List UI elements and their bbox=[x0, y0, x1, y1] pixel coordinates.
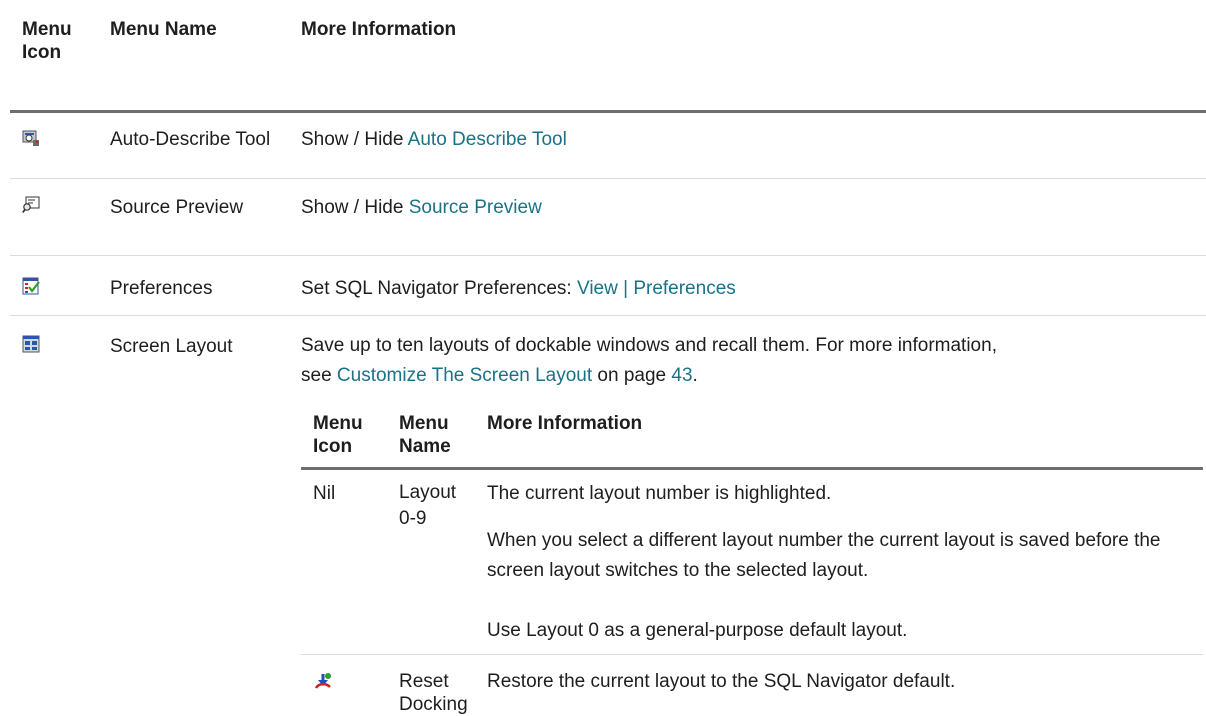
view-preferences-link[interactable]: View | Preferences bbox=[577, 278, 736, 299]
inner-menu-name-layout: Layout 0-9 bbox=[399, 482, 457, 529]
inner-info-layout-line2: When you select a different layout numbe… bbox=[487, 530, 1161, 581]
info-text: Show / Hide bbox=[301, 129, 408, 150]
menu-name-source-preview: Source Preview bbox=[110, 197, 244, 218]
auto-describe-tool-link[interactable]: Auto Describe Tool bbox=[408, 129, 567, 150]
row-divider bbox=[10, 315, 1206, 316]
inner-header-menu-name: Menu Name bbox=[399, 413, 451, 457]
inner-info-layout-line1: The current layout number is highlighted… bbox=[487, 483, 832, 504]
info-text: see bbox=[301, 365, 337, 386]
info-text: on page bbox=[592, 365, 672, 386]
info-text: Set SQL Navigator Preferences: bbox=[301, 278, 577, 299]
menu-name-preferences: Preferences bbox=[110, 278, 213, 299]
inner-info-reset-docking: Restore the current layout to the SQL Na… bbox=[487, 671, 956, 692]
info-line: see Customize The Screen Layout on page … bbox=[301, 361, 1201, 391]
customize-screen-layout-link[interactable]: Customize The Screen Layout bbox=[337, 365, 592, 386]
source-preview-link[interactable]: Source Preview bbox=[409, 197, 542, 218]
info-line: Save up to ten layouts of dockable windo… bbox=[301, 335, 997, 356]
menu-name-screen-layout: Screen Layout bbox=[110, 336, 233, 357]
source-preview-icon bbox=[22, 196, 40, 214]
reset-docking-icon bbox=[313, 672, 333, 692]
more-info-preferences: Set SQL Navigator Preferences: View | Pr… bbox=[301, 277, 736, 300]
more-info-auto-describe: Show / Hide Auto Describe Tool bbox=[301, 128, 567, 151]
info-text: Show / Hide bbox=[301, 197, 409, 218]
more-info-screen-layout: Save up to ten layouts of dockable windo… bbox=[301, 331, 1201, 391]
header-rule bbox=[10, 110, 1206, 113]
row-divider bbox=[10, 178, 1206, 179]
inner-info-layout-line3: Use Layout 0 as a general-purpose defaul… bbox=[487, 620, 908, 641]
inner-menu-name-reset-docking: Reset Docking bbox=[399, 671, 468, 715]
inner-header-rule bbox=[301, 467, 1203, 470]
screen-layout-icon bbox=[22, 335, 40, 353]
inner-header-more-information: More Information bbox=[487, 413, 643, 434]
header-more-information: More Information bbox=[301, 19, 457, 40]
row-divider bbox=[10, 255, 1206, 256]
preferences-icon bbox=[22, 277, 40, 295]
inner-row-divider bbox=[301, 654, 1203, 655]
info-text: . bbox=[692, 365, 698, 386]
inner-menu-icon-nil: Nil bbox=[313, 483, 336, 504]
more-info-source-preview: Show / Hide Source Preview bbox=[301, 196, 542, 219]
page-43-link[interactable]: 43 bbox=[671, 365, 692, 386]
header-menu-name: Menu Name bbox=[110, 19, 217, 40]
header-menu-icon: Menu Icon bbox=[22, 19, 72, 63]
inner-header-menu-icon: Menu Icon bbox=[313, 413, 363, 457]
auto-describe-icon bbox=[22, 129, 40, 147]
menu-name-auto-describe: Auto-Describe Tool bbox=[110, 129, 271, 150]
